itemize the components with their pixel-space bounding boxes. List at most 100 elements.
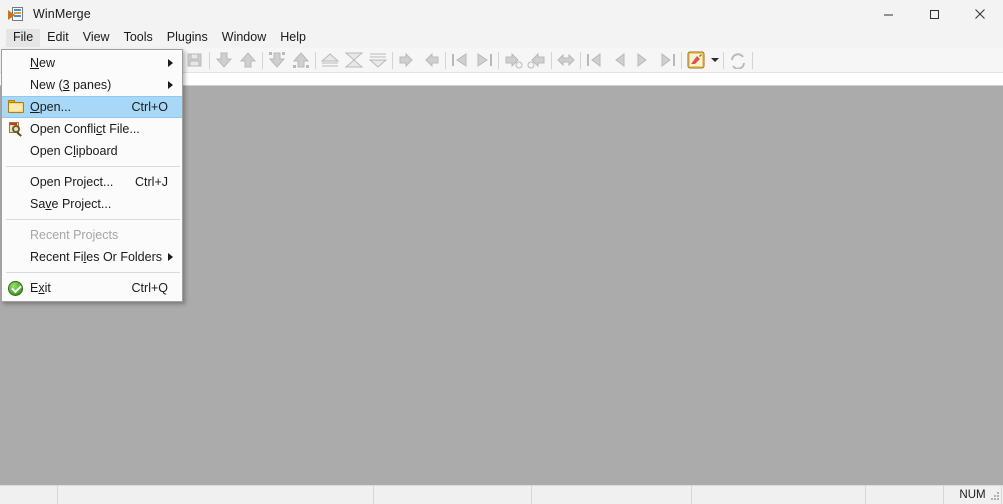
toolbar-separator: [262, 52, 263, 69]
menu-item-label: New: [30, 56, 168, 70]
menu-item-label: Save Project...: [30, 197, 168, 211]
menu-item-shortcut: Ctrl+O: [132, 100, 182, 114]
close-icon: [974, 8, 986, 20]
menu-item-open-project[interactable]: Open Project...Ctrl+J: [2, 171, 182, 193]
menu-icon-slot: [2, 74, 30, 96]
toolbar-separator: [551, 52, 552, 69]
save-button: [183, 49, 207, 72]
menu-item-recent-files-or-folders[interactable]: Recent Files Or Folders: [2, 246, 182, 268]
menu-icon-slot: [2, 140, 30, 162]
menu-icon-slot: [2, 246, 30, 268]
save-icon: [185, 51, 205, 69]
last-difference-button: [472, 49, 496, 72]
status-pane-5: [866, 486, 944, 504]
copy-left-button: [236, 49, 260, 72]
diff-options-button[interactable]: [684, 49, 708, 72]
next-difference-button: [395, 49, 419, 72]
menubar-item-file[interactable]: File: [6, 29, 40, 47]
submenu-arrow-icon: [168, 81, 173, 89]
status-pane-last: [0, 486, 58, 504]
status-pane-4: [692, 486, 866, 504]
menu-item-shortcut: Ctrl+Q: [132, 281, 182, 295]
previous-conflict-button: [525, 49, 549, 72]
maximize-icon: [929, 9, 940, 20]
status-bar: NUM: [0, 485, 1003, 504]
maximize-button[interactable]: [911, 0, 957, 28]
arrow-down-advance-icon: [267, 51, 287, 69]
menubar-item-plugins[interactable]: Plugins: [160, 29, 215, 47]
close-button[interactable]: [957, 0, 1003, 28]
chevron-down-icon: [711, 58, 719, 62]
toolbar-separator: [752, 52, 753, 69]
previous-difference-button: [419, 49, 443, 72]
file-menu-popup: NewNew (3 panes)Open...Ctrl+OOpen Confli…: [1, 49, 183, 302]
menubar-item-view[interactable]: View: [76, 29, 117, 47]
menu-item-label: Open...: [30, 100, 132, 114]
menu-item-label: Open Conflict File...: [30, 122, 168, 136]
arrow-up-advance-icon: [291, 51, 311, 69]
status-pane-2: [374, 486, 532, 504]
menubar-item-help[interactable]: Help: [273, 29, 313, 47]
menu-item-label: Open Project...: [30, 175, 135, 189]
next-conflict-icon: [503, 51, 523, 69]
status-pane-main: [58, 486, 374, 504]
select-line-diff-icon: [556, 51, 576, 69]
select-line-difference-button: [554, 49, 578, 72]
menu-separator-2: [6, 219, 180, 220]
title-bar: WinMerge: [0, 0, 1003, 28]
move-last-icon: [657, 51, 677, 69]
menu-item-open-conflict-file[interactable]: Open Conflict File...: [2, 118, 182, 140]
next-diff-icon: [397, 51, 417, 69]
menu-item-label: Exit: [30, 281, 132, 295]
last-diff-icon: [474, 51, 494, 69]
conflict-file-icon: [2, 118, 30, 140]
menu-icon-slot: [2, 52, 30, 74]
menu-item-label: Recent Projects: [30, 228, 168, 242]
resize-grip-icon[interactable]: [989, 490, 1001, 502]
move-next-icon: [633, 51, 653, 69]
toolbar-separator: [445, 52, 446, 69]
toolbar-separator: [392, 52, 393, 69]
diff-options-dropdown[interactable]: [708, 49, 721, 72]
hourglass-icon: [344, 51, 364, 69]
menu-item-shortcut: [168, 129, 182, 130]
menu-item-new[interactable]: New: [2, 52, 182, 74]
window-controls: [865, 0, 1003, 28]
menubar-item-window[interactable]: Window: [215, 29, 273, 47]
minimize-icon: [883, 9, 894, 20]
toolbar-separator: [723, 52, 724, 69]
move-first-button: [583, 49, 607, 72]
menu-item-new-3-panes[interactable]: New (3 panes): [2, 74, 182, 96]
toolbar-separator: [209, 52, 210, 69]
menu-item-shortcut: [168, 204, 182, 205]
status-pane-3: [532, 486, 692, 504]
refresh-button: [726, 49, 750, 72]
diff-options-icon: [686, 51, 706, 69]
arrow-down-right-icon: [214, 51, 234, 69]
menu-item-open[interactable]: Open...Ctrl+O: [2, 96, 182, 118]
move-prev-button: [607, 49, 631, 72]
refresh-icon: [728, 51, 748, 69]
window-title: WinMerge: [33, 8, 91, 21]
folder-icon: [2, 96, 30, 118]
minimize-button[interactable]: [865, 0, 911, 28]
copy-right-button: [212, 49, 236, 72]
menu-bar: FileEditViewToolsPluginsWindowHelp: [0, 28, 1003, 48]
copy-all-left-button: [318, 49, 342, 72]
first-difference-button: [448, 49, 472, 72]
menu-item-shortcut: [168, 235, 182, 236]
triangle-down-icon: [368, 51, 388, 69]
copy-left-advance-button: [289, 49, 313, 72]
toolbar-separator: [498, 52, 499, 69]
menubar-item-edit[interactable]: Edit: [40, 29, 76, 47]
winmerge-window: WinMerge FileEditViewToolsPluginsWindowH: [0, 0, 1003, 504]
menubar-item-tools[interactable]: Tools: [117, 29, 160, 47]
menu-item-save-project[interactable]: Save Project...: [2, 193, 182, 215]
menu-item-recent-projects: Recent Projects: [2, 224, 182, 246]
first-diff-icon: [450, 51, 470, 69]
menu-separator-1: [6, 166, 180, 167]
menu-item-exit[interactable]: ExitCtrl+Q: [2, 277, 182, 299]
copy-all-right-button: [342, 49, 366, 72]
menu-item-shortcut: [168, 151, 182, 152]
menu-item-open-clipboard[interactable]: Open Clipboard: [2, 140, 182, 162]
